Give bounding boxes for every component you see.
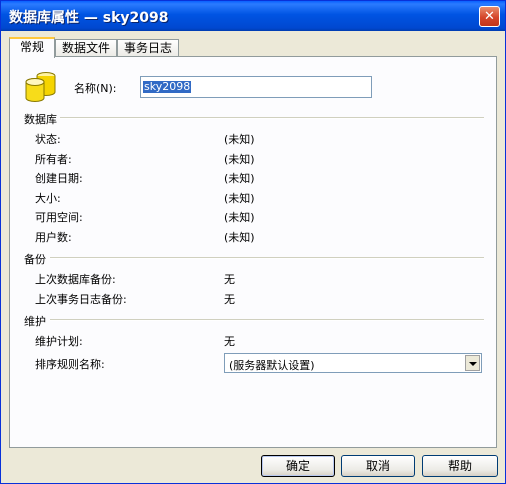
last-db-backup-value: 无 xyxy=(224,273,235,286)
backup-separator xyxy=(50,257,484,259)
collation-value: (服务器默认设置) xyxy=(229,359,315,372)
tab-data-files[interactable]: 数据文件 xyxy=(55,39,117,56)
general-panel: 名称(N): sky2098 数据库 状态: (未知) 所有者: (未知) 创建… xyxy=(9,56,497,448)
size-label: 大小: xyxy=(35,192,61,205)
size-value: (未知) xyxy=(224,192,255,205)
tab-general[interactable]: 常规 xyxy=(9,37,55,58)
name-label: 名称(N): xyxy=(74,82,117,95)
close-icon: ✕ xyxy=(484,9,495,24)
last-log-backup-value: 无 xyxy=(224,293,235,306)
available-space-value: (未知) xyxy=(224,211,255,224)
created-date-value: (未知) xyxy=(224,172,255,185)
title-bar[interactable]: 数据库属性 — sky2098 ✕ xyxy=(1,1,505,31)
name-value: sky2098 xyxy=(143,80,192,93)
status-value: (未知) xyxy=(224,133,255,146)
user-count-label: 用户数: xyxy=(35,231,72,244)
collation-select[interactable]: (服务器默认设置) xyxy=(224,353,482,373)
last-db-backup-label: 上次数据库备份: xyxy=(35,273,116,286)
window-title: 数据库属性 — sky2098 xyxy=(9,10,169,26)
maintenance-plan-value: 无 xyxy=(224,335,235,348)
chevron-down-icon[interactable] xyxy=(465,355,480,371)
created-date-label: 创建日期: xyxy=(35,172,83,185)
owner-label: 所有者: xyxy=(35,153,72,166)
maintenance-separator xyxy=(50,319,484,321)
maintenance-plan-label: 维护计划: xyxy=(35,335,83,348)
collation-label: 排序规则名称: xyxy=(35,358,105,371)
help-button[interactable]: 帮助 xyxy=(422,455,498,477)
database-section-header: 数据库 xyxy=(24,113,57,126)
tab-transaction-log[interactable]: 事务日志 xyxy=(117,39,179,56)
available-space-label: 可用空间: xyxy=(35,211,83,224)
maintenance-section-header: 维护 xyxy=(24,315,46,328)
name-field[interactable]: sky2098 xyxy=(140,76,372,98)
database-icon xyxy=(25,72,56,102)
status-label: 状态: xyxy=(35,133,61,146)
ok-button[interactable]: 确定 xyxy=(261,455,335,477)
database-properties-window: 数据库属性 — sky2098 ✕ 常规 数据文件 事务日志 名称(N): sk… xyxy=(0,0,506,484)
database-separator xyxy=(60,117,484,119)
close-button[interactable]: ✕ xyxy=(479,6,500,27)
last-log-backup-label: 上次事务日志备份: xyxy=(35,293,127,306)
user-count-value: (未知) xyxy=(224,231,255,244)
backup-section-header: 备份 xyxy=(24,253,46,266)
cancel-button[interactable]: 取消 xyxy=(341,455,415,477)
owner-value: (未知) xyxy=(224,153,255,166)
